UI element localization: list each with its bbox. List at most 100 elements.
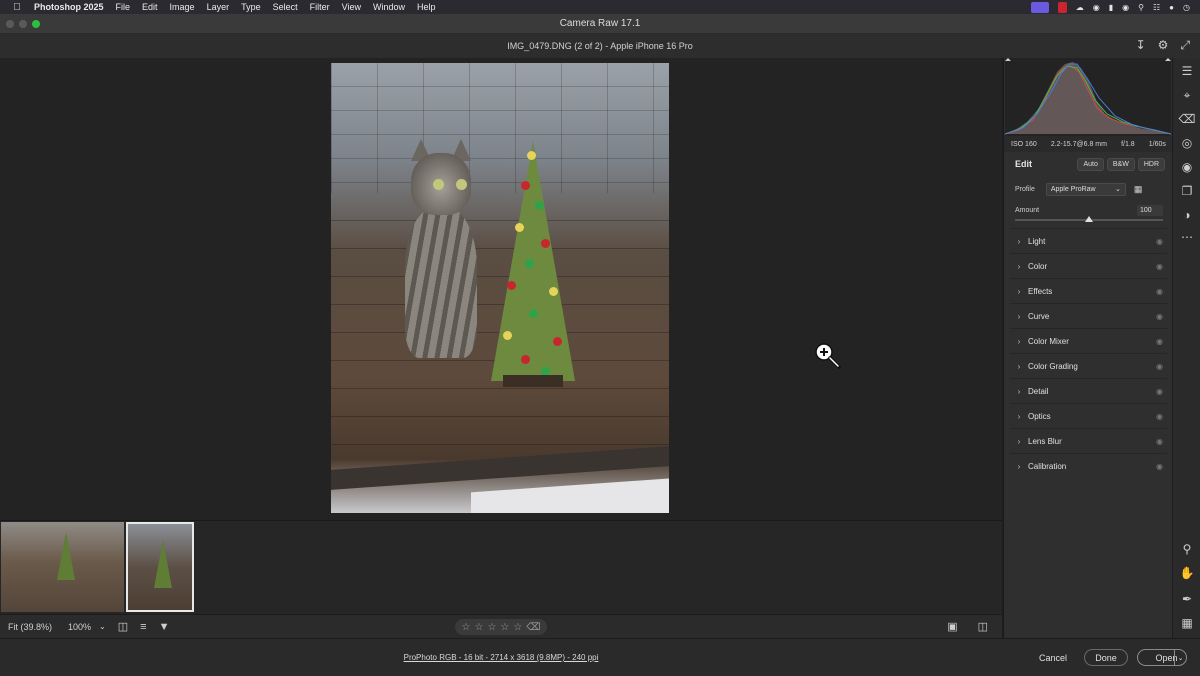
menu-view[interactable]: View [336,2,367,12]
filmstrip-toggle-icon[interactable]: ◫ [118,620,128,633]
fit-zoom-button[interactable]: Fit (39.8%) [8,622,52,632]
eye-icon[interactable]: ◉ [1156,437,1163,446]
workflow-options-link[interactable]: ProPhoto RGB - 16 bit - 2714 x 3618 (9.8… [0,653,1002,662]
menu-type[interactable]: Type [235,2,267,12]
presets-icon[interactable]: ◑ [1173,208,1200,222]
eye-icon[interactable]: ◉ [1156,412,1163,421]
menu-image[interactable]: Image [164,2,201,12]
section-color[interactable]: › Color ◉ [1010,253,1167,278]
eraser-icon[interactable]: ⌫ [1173,112,1200,126]
dialog-footer: ProPhoto RGB - 16 bit - 2714 x 3618 (9.8… [0,638,1200,676]
menu-filter[interactable]: Filter [304,2,336,12]
hdr-button[interactable]: HDR [1137,157,1165,171]
more-icon[interactable]: ⋯ [1173,230,1200,244]
exif-info: ISO 160 2.2-15.7@6.8 mm f/1.8 1/60s [1004,136,1173,152]
section-effects[interactable]: › Effects ◉ [1010,278,1167,303]
single-view-icon[interactable]: ▣ [947,620,957,633]
done-button[interactable]: Done [1084,649,1128,666]
star-5-icon[interactable]: ☆ [513,622,522,633]
eye-icon[interactable]: ◉ [1156,262,1163,271]
zoom-dropdown-icon[interactable]: ⌄ [99,622,106,631]
battery-icon[interactable]: ▮ [1109,3,1113,12]
star-2-icon[interactable]: ☆ [474,622,483,633]
fullscreen-icon[interactable]: ⤢ [1180,38,1190,53]
window-controls [6,20,40,28]
menu-help[interactable]: Help [411,2,442,12]
masking-icon[interactable]: ◎ [1173,136,1200,150]
snapshots-icon[interactable]: ❐ [1173,184,1200,198]
minimize-window-button[interactable] [19,20,27,28]
section-detail[interactable]: › Detail ◉ [1010,378,1167,403]
search-icon[interactable]: ⚲ [1138,3,1144,12]
amount-slider[interactable] [1015,216,1163,222]
chevron-right-icon: › [1017,261,1021,271]
eye-icon[interactable]: ◉ [1156,337,1163,346]
apple-icon[interactable]:  [0,2,34,13]
star-4-icon[interactable]: ☆ [500,622,509,633]
section-calibration[interactable]: › Calibration ◉ [1010,453,1167,478]
profile-browser-icon[interactable]: ▦ [1134,184,1143,195]
profile-select[interactable]: Apple ProRaw ⌄ [1045,182,1126,196]
crop-icon[interactable]: ⌖ [1173,88,1200,103]
section-curve[interactable]: › Curve ◉ [1010,303,1167,328]
eye-icon[interactable]: ◉ [1156,287,1163,296]
section-light[interactable]: › Light ◉ [1010,228,1167,253]
edit-title: Edit [1015,159,1032,169]
menu-edit[interactable]: Edit [136,2,164,12]
red-eye-icon[interactable]: ◉ [1173,160,1200,174]
eye-icon[interactable]: ◉ [1156,312,1163,321]
eye-icon[interactable]: ◉ [1156,362,1163,371]
zoom-window-button[interactable] [32,20,40,28]
siri-icon[interactable]: ● [1169,3,1174,12]
grid-overlay-icon[interactable]: ▦ [1173,616,1200,630]
zoom-100-button[interactable]: 100% [68,622,91,632]
filmstrip-thumb-2-selected[interactable] [126,522,194,612]
menu-window[interactable]: Window [367,2,411,12]
screen-record-icon[interactable] [1030,1,1049,13]
bw-button[interactable]: B&W [1106,157,1135,171]
section-optics[interactable]: › Optics ◉ [1010,403,1167,428]
gear-icon[interactable]: ⚙ [1158,38,1169,53]
open-button[interactable]: Open ⌄ [1137,649,1187,666]
wifi-icon[interactable]: ◉ [1122,3,1129,12]
image-canvas[interactable] [0,58,1002,520]
menu-file[interactable]: File [110,2,137,12]
eyedropper-icon[interactable]: ✒ [1173,592,1200,606]
control-center-icon[interactable]: ☷ [1153,3,1160,12]
auto-button[interactable]: Auto [1077,157,1104,171]
sort-icon[interactable]: ≡ [140,621,146,633]
edit-panel: ISO 160 2.2-15.7@6.8 mm f/1.8 1/60s Edit… [1003,58,1173,638]
close-window-button[interactable] [6,20,14,28]
menu-app-name[interactable]: Photoshop 2025 [34,2,110,12]
filmstrip-thumb-1[interactable] [1,522,124,612]
cancel-button[interactable]: Cancel [1032,649,1074,666]
trash-icon[interactable]: ⌫ [526,622,540,633]
section-lens-blur[interactable]: › Lens Blur ◉ [1010,428,1167,453]
photo-preview[interactable] [331,63,669,513]
amount-slider-thumb[interactable] [1085,216,1093,222]
section-color-grading[interactable]: › Color Grading ◉ [1010,353,1167,378]
before-after-icon[interactable]: ◫ [978,620,988,633]
star-3-icon[interactable]: ☆ [487,622,496,633]
open-dropdown-icon[interactable]: ⌄ [1174,650,1186,665]
image-header: IMG_0479.DNG (2 of 2) - Apple iPhone 16 … [0,34,1200,58]
edit-sliders-icon[interactable]: ☰ [1173,64,1200,78]
filter-icon[interactable]: ▼ [159,621,170,633]
eye-icon[interactable]: ◉ [1156,237,1163,246]
cloud-icon[interactable]: ☁ [1076,3,1084,12]
save-icon[interactable]: ↧ [1136,38,1146,53]
clock-icon[interactable]: ◷ [1183,3,1190,12]
app-status-icon[interactable] [1057,1,1067,13]
eye-icon[interactable]: ◉ [1156,462,1163,471]
histogram [1005,58,1171,136]
star-1-icon[interactable]: ☆ [462,622,471,633]
menu-select[interactable]: Select [267,2,304,12]
amount-input[interactable]: 100 [1137,204,1163,216]
record-icon[interactable]: ◉ [1093,3,1100,12]
menu-layer[interactable]: Layer [201,2,236,12]
zoom-tool-icon[interactable]: ⚲ [1173,542,1200,556]
window-title: Camera Raw 17.1 [559,18,641,29]
eye-icon[interactable]: ◉ [1156,387,1163,396]
section-color-mixer[interactable]: › Color Mixer ◉ [1010,328,1167,353]
hand-tool-icon[interactable]: ✋ [1173,566,1200,580]
